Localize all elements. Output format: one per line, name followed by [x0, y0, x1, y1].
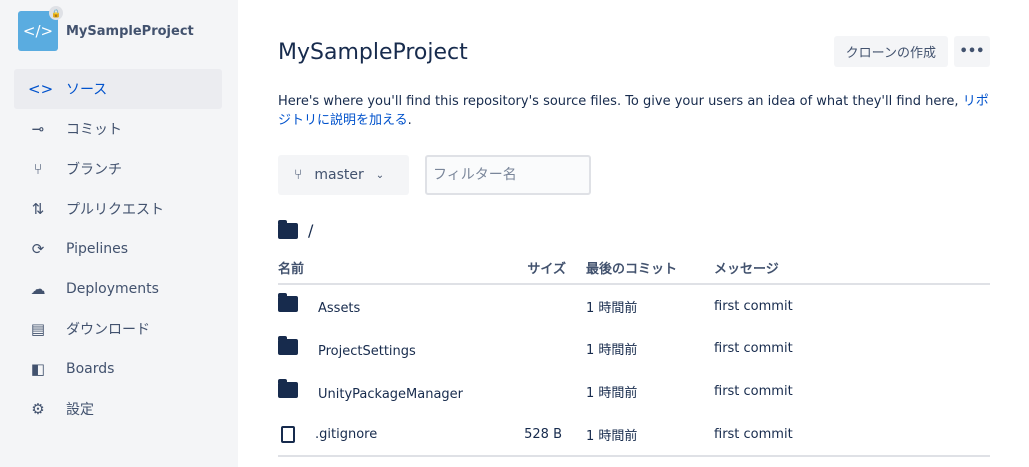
commit-icon: ⊸ — [31, 120, 45, 138]
table-row[interactable]: Assets 1 時間前 first commit — [278, 284, 990, 327]
sidebar-item-label: Pipelines — [66, 241, 129, 257]
file-size — [518, 327, 586, 370]
sidebar-item-3[interactable]: ⇅ プルリクエスト — [14, 189, 222, 229]
file-size: 528 B — [518, 413, 586, 457]
last-commit: 1 時間前 — [586, 343, 638, 358]
sidebar-item-label: Boards — [66, 361, 115, 377]
sidebar-item-label: コミット — [66, 122, 122, 138]
col-last-commit: 最後のコミット — [586, 252, 714, 285]
commit-message[interactable]: first commit — [714, 327, 990, 370]
file-name[interactable]: Assets — [318, 301, 360, 316]
sidebar-item-label: 設定 — [66, 402, 94, 418]
folder-icon — [278, 219, 298, 239]
sidebar-nav: <> ソース ⊸ コミット ⑂ ブランチ ⇅ プルリクエスト ⟳ Pipelines ☁ Deploy… — [14, 69, 222, 429]
boards-icon: ◧ — [30, 360, 46, 378]
file-icon — [281, 425, 295, 443]
sidebar-item-1[interactable]: ⊸ コミット — [14, 109, 222, 149]
pipelines-icon: ⟳ — [31, 240, 45, 258]
last-commit: 1 時間前 — [586, 300, 638, 316]
file-size — [518, 284, 586, 327]
path-root[interactable]: / — [308, 221, 313, 240]
sidebar-item-label: Deployments — [66, 281, 159, 297]
commit-message[interactable]: first commit — [714, 413, 990, 457]
page-title: MySampleProject — [278, 40, 468, 65]
sidebar-item-7[interactable]: ◧ Boards — [14, 349, 222, 389]
sidebar-item-5[interactable]: ☁ Deployments — [14, 269, 222, 309]
col-name: 名前 — [278, 252, 518, 285]
table-row[interactable]: UnityPackageManager 1 時間前 first commit — [278, 370, 990, 413]
table-row[interactable]: .gitignore 528 B1 時間前 first commit — [278, 413, 990, 457]
table-row[interactable]: ProjectSettings 1 時間前 first commit — [278, 327, 990, 370]
project-name: MySampleProject — [66, 23, 194, 39]
project-header[interactable]: </> 🔒 MySampleProject — [18, 6, 194, 51]
sidebar-item-6[interactable]: ▤ ダウンロード — [14, 309, 222, 349]
sidebar: </> 🔒 MySampleProject <> ソース ⊸ コミット ⑂ ブランチ ⇅ プルリ… — [0, 0, 238, 467]
project-avatar: </> 🔒 — [18, 6, 63, 51]
folder-icon — [278, 335, 298, 355]
more-actions-button[interactable]: ••• — [954, 36, 990, 67]
last-commit: 1 時間前 — [586, 386, 638, 401]
branch-selector[interactable]: ⑂ master ⌄ — [278, 155, 409, 195]
commit-message[interactable]: first commit — [714, 370, 990, 413]
pull-request-icon: ⇅ — [31, 200, 45, 218]
chevron-down-icon: ⌄ — [375, 169, 385, 181]
col-message: メッセージ — [714, 252, 990, 285]
file-name[interactable]: UnityPackageManager — [318, 387, 463, 402]
folder-icon — [278, 293, 298, 312]
lock-icon: 🔒 — [49, 6, 63, 20]
folder-icon — [278, 378, 298, 398]
sidebar-item-4[interactable]: ⟳ Pipelines — [14, 229, 222, 269]
sidebar-item-8[interactable]: ⚙ 設定 — [14, 389, 222, 429]
sidebar-item-0[interactable]: <> ソース — [14, 69, 222, 109]
file-name[interactable]: ProjectSettings — [318, 344, 416, 359]
filter-input[interactable] — [425, 155, 591, 195]
last-commit: 1 時間前 — [586, 413, 714, 457]
code-icon: <> — [28, 80, 54, 98]
breadcrumb: / — [278, 219, 313, 240]
repo-description: Here's where you'll find this repository… — [278, 94, 989, 128]
file-size — [518, 370, 586, 413]
sidebar-item-2[interactable]: ⑂ ブランチ — [14, 149, 222, 189]
branch-name: master — [314, 167, 364, 183]
commit-message[interactable]: first commit — [714, 284, 990, 327]
sidebar-item-label: ダウンロード — [66, 322, 150, 338]
clone-button[interactable]: クローンの作成 — [833, 36, 948, 67]
col-size: サイズ — [518, 252, 586, 285]
file-name[interactable]: .gitignore — [315, 427, 377, 442]
sidebar-item-label: ブランチ — [66, 162, 122, 178]
sidebar-item-label: ソース — [66, 82, 108, 98]
gear-icon: ⚙ — [31, 400, 45, 418]
download-file-icon: ▤ — [30, 320, 46, 338]
cloud-upload-icon: ☁ — [30, 280, 46, 298]
branch-icon: ⑂ — [33, 160, 43, 178]
sidebar-item-label: プルリクエスト — [66, 202, 164, 218]
file-table: 名前 サイズ 最後のコミット メッセージ Assets 1 時間前 first co… — [278, 252, 990, 457]
branch-icon: ⑂ — [294, 167, 303, 183]
